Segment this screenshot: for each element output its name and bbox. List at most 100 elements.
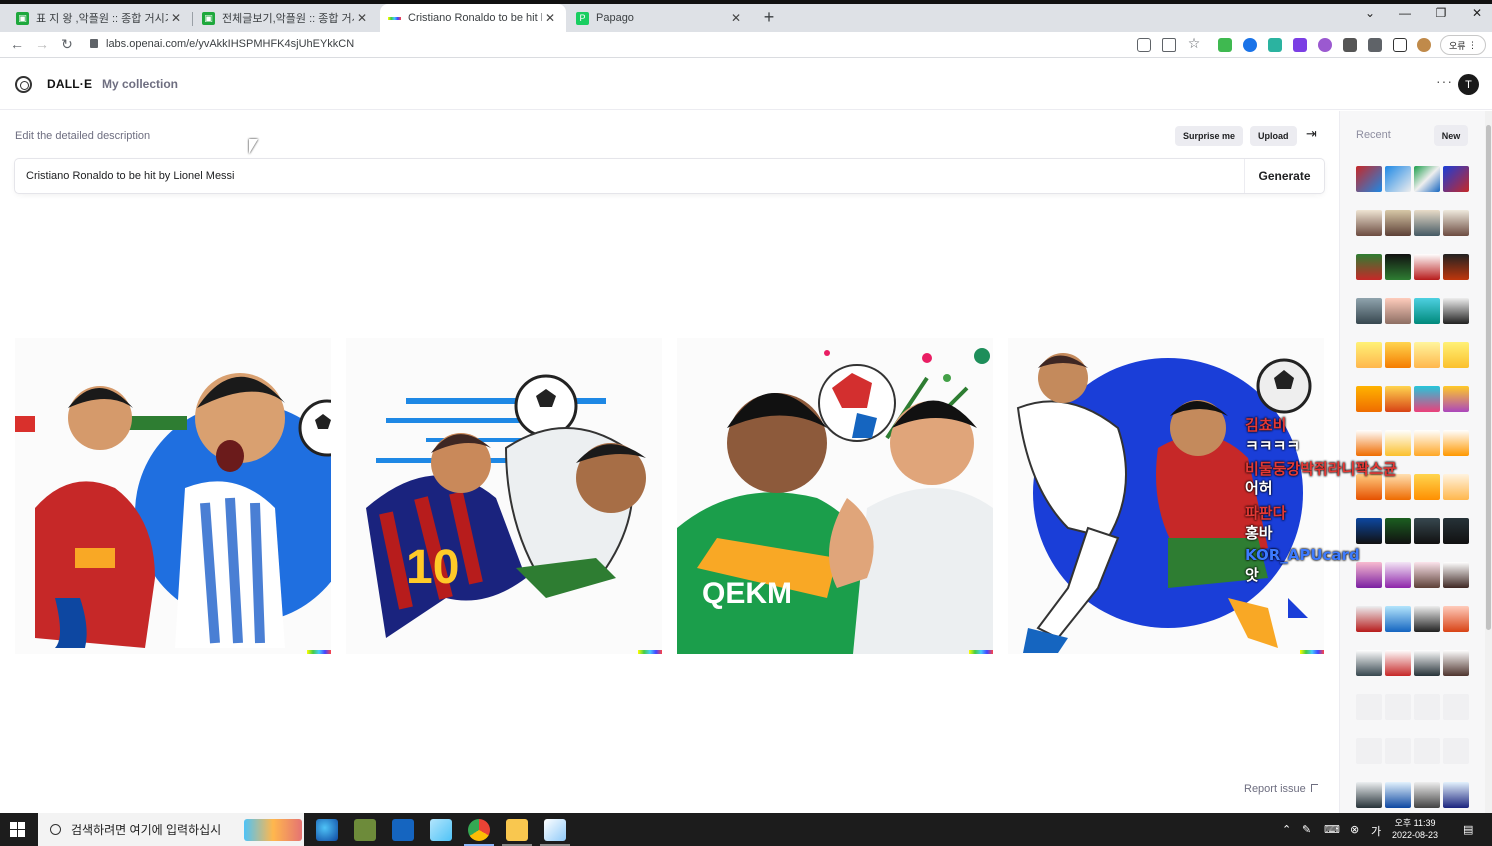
history-thumbnail[interactable] [1443, 386, 1469, 412]
notepad-app-icon[interactable] [430, 819, 452, 841]
history-thumbnail[interactable] [1385, 518, 1411, 544]
prompt-input[interactable] [15, 159, 1243, 193]
vegas-app-icon[interactable] [392, 819, 414, 841]
pen-icon[interactable]: ✎ [1302, 823, 1311, 836]
close-tab-icon[interactable]: ✕ [354, 11, 370, 25]
history-thumbnail[interactable] [1385, 782, 1411, 808]
close-tab-icon[interactable]: ✕ [168, 11, 184, 25]
minimize-icon[interactable]: — [1390, 6, 1420, 20]
history-thumbnail[interactable] [1356, 430, 1382, 456]
history-thumbnail[interactable] [1356, 650, 1382, 676]
history-thumbnail[interactable] [1414, 782, 1440, 808]
history-thumbnail[interactable] [1356, 606, 1382, 632]
report-issue-link[interactable]: Report issue [1244, 783, 1318, 795]
keyboard-icon[interactable]: ⌨ [1324, 823, 1340, 836]
user-avatar[interactable]: T [1458, 74, 1479, 95]
ime-icon[interactable]: 가 [1371, 823, 1381, 839]
new-button[interactable]: New [1434, 125, 1468, 146]
extension-blue-icon[interactable] [1243, 38, 1257, 52]
history-thumbnail[interactable] [1443, 210, 1469, 236]
history-thumbnail[interactable] [1385, 650, 1411, 676]
back-icon[interactable]: ← [8, 36, 26, 52]
minecraft-icon[interactable] [354, 819, 376, 841]
history-thumbnail[interactable] [1414, 166, 1440, 192]
window-close-icon[interactable]: ✕ [1462, 6, 1492, 20]
history-thumbnail[interactable] [1385, 254, 1411, 280]
history-thumbnail[interactable] [1385, 298, 1411, 324]
generate-button[interactable]: Generate [1244, 159, 1324, 193]
bookmark-star-icon[interactable]: ☆ [1185, 35, 1203, 52]
edge-browser-icon[interactable] [316, 819, 338, 841]
history-thumbnail[interactable] [1356, 166, 1382, 192]
history-thumbnail[interactable] [1414, 342, 1440, 368]
history-thumbnail[interactable] [1414, 562, 1440, 588]
history-thumbnail[interactable] [1385, 386, 1411, 412]
extension-green-icon[interactable] [1218, 38, 1232, 52]
extensions-puzzle-icon[interactable] [1368, 38, 1382, 52]
tab-search-icon[interactable]: ⌄ [1355, 6, 1385, 20]
new-tab-icon[interactable]: + [760, 7, 778, 28]
history-thumbnail[interactable] [1443, 650, 1469, 676]
url-field[interactable]: labs.openai.com/e/yvAkkIHSPMHFK4sjUhEYkk… [90, 38, 354, 50]
generated-image-2[interactable]: 10 [346, 338, 662, 654]
history-thumbnail[interactable] [1414, 650, 1440, 676]
history-thumbnail[interactable] [1443, 166, 1469, 192]
history-thumbnail[interactable] [1414, 474, 1440, 500]
profile-avatar-icon[interactable] [1417, 38, 1431, 52]
history-thumbnail[interactable] [1385, 606, 1411, 632]
history-thumbnail[interactable] [1443, 298, 1469, 324]
history-thumbnail[interactable] [1414, 210, 1440, 236]
history-thumbnail[interactable] [1443, 474, 1469, 500]
browser-tab-1[interactable]: ▣ 표 지 왕 ,악플원 :: 종합 거시기 :: ✕ [8, 4, 192, 32]
openai-logo-icon[interactable] [15, 76, 32, 93]
history-thumbnail[interactable] [1414, 386, 1440, 412]
notifications-icon[interactable]: ▤ [1463, 823, 1473, 836]
browser-tab-4[interactable]: P Papago ✕ [568, 4, 752, 32]
history-thumbnail[interactable] [1385, 430, 1411, 456]
history-thumbnail[interactable] [1356, 562, 1382, 588]
close-tab-icon[interactable]: ✕ [728, 11, 744, 25]
surprise-me-button[interactable]: Surprise me [1175, 126, 1244, 146]
history-thumbnail[interactable] [1414, 518, 1440, 544]
history-thumbnail[interactable] [1385, 210, 1411, 236]
history-thumbnail[interactable] [1443, 562, 1469, 588]
network-icon[interactable]: ⊗ [1350, 823, 1359, 836]
history-thumbnail[interactable] [1443, 430, 1469, 456]
file-explorer-icon[interactable] [506, 819, 528, 841]
forward-icon[interactable]: → [33, 36, 51, 52]
generated-image-3[interactable]: QEKM [677, 338, 993, 654]
collapse-sidebar-icon[interactable]: ⇥ [1306, 126, 1317, 142]
install-app-icon[interactable] [1137, 38, 1151, 52]
history-thumbnail[interactable] [1356, 386, 1382, 412]
side-panel-icon[interactable] [1393, 38, 1407, 52]
windows-start-icon[interactable] [10, 822, 25, 837]
extension-teal-icon[interactable] [1268, 38, 1282, 52]
extension-v-icon[interactable] [1293, 38, 1307, 52]
browser-tab-3-active[interactable]: Cristiano Ronaldo to be hit by Lio ✕ [380, 4, 566, 32]
search-highlight-icon[interactable] [244, 819, 302, 841]
tray-overflow-icon[interactable]: ⌃ [1282, 823, 1291, 836]
paint-app-icon[interactable] [544, 819, 566, 841]
history-thumbnail[interactable] [1356, 210, 1382, 236]
history-thumbnail[interactable] [1385, 166, 1411, 192]
upload-button[interactable]: Upload [1250, 126, 1297, 146]
history-thumbnail[interactable] [1443, 782, 1469, 808]
history-thumbnail[interactable] [1385, 562, 1411, 588]
history-thumbnail[interactable] [1414, 606, 1440, 632]
extension-purple-icon[interactable] [1318, 38, 1332, 52]
history-thumbnail[interactable] [1414, 298, 1440, 324]
sidebar-scrollbar-thumb[interactable] [1486, 125, 1491, 630]
history-thumbnail[interactable] [1443, 254, 1469, 280]
extension-gray-icon[interactable] [1343, 38, 1357, 52]
history-thumbnail[interactable] [1356, 342, 1382, 368]
brand-link[interactable]: DALL·E [47, 77, 92, 91]
share-icon[interactable] [1162, 38, 1176, 52]
history-thumbnail[interactable] [1443, 518, 1469, 544]
history-thumbnail[interactable] [1414, 430, 1440, 456]
history-thumbnail[interactable] [1385, 342, 1411, 368]
history-thumbnail[interactable] [1443, 606, 1469, 632]
history-thumbnail[interactable] [1356, 518, 1382, 544]
generated-image-1[interactable] [15, 338, 331, 654]
close-tab-icon[interactable]: ✕ [542, 11, 558, 25]
history-thumbnail[interactable] [1356, 254, 1382, 280]
